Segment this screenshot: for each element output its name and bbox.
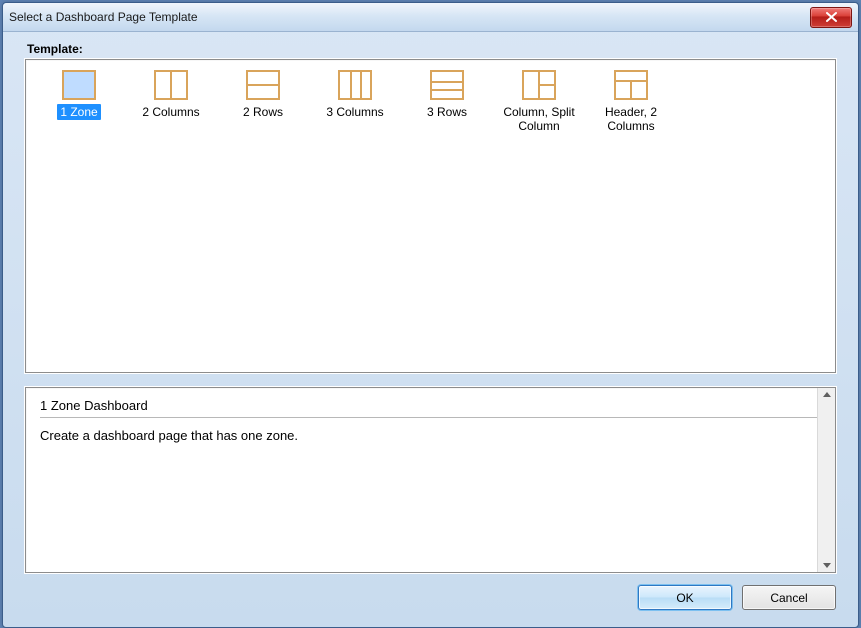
description-title: 1 Zone Dashboard bbox=[40, 398, 821, 413]
template-thumb-icon bbox=[246, 70, 280, 100]
template-item[interactable]: Column, Split Column bbox=[496, 68, 582, 136]
template-item-label: 2 Rows bbox=[240, 104, 286, 120]
scroll-up-icon bbox=[823, 392, 831, 397]
ok-button[interactable]: OK bbox=[638, 585, 732, 610]
template-item[interactable]: 3 Columns bbox=[312, 68, 398, 136]
template-item[interactable]: 2 Rows bbox=[220, 68, 306, 136]
template-item-label: 3 Rows bbox=[424, 104, 470, 120]
close-button[interactable] bbox=[810, 7, 852, 28]
description-text: Create a dashboard page that has one zon… bbox=[40, 428, 821, 443]
cancel-button[interactable]: Cancel bbox=[742, 585, 836, 610]
close-icon bbox=[826, 12, 837, 22]
template-thumb-icon bbox=[338, 70, 372, 100]
template-item-label: 1 Zone bbox=[57, 104, 100, 120]
template-thumb-icon bbox=[430, 70, 464, 100]
description-scrollbar[interactable] bbox=[817, 388, 835, 572]
client-area: Template: 1 Zone 2 Columns 2 Rows 3 Columns… bbox=[3, 32, 858, 627]
templates-panel[interactable]: 1 Zone 2 Columns 2 Rows 3 Columns 3 Rows Colu… bbox=[25, 59, 836, 373]
window-title: Select a Dashboard Page Template bbox=[9, 10, 198, 24]
template-thumb-icon bbox=[522, 70, 556, 100]
template-item-label: Column, Split Column bbox=[496, 104, 582, 134]
description-divider bbox=[40, 417, 821, 418]
template-group-label: Template: bbox=[27, 42, 836, 56]
template-thumb-icon bbox=[62, 70, 96, 100]
dialog-button-row: OK Cancel bbox=[25, 585, 836, 610]
dialog-window: Select a Dashboard Page Template Templat… bbox=[2, 2, 859, 628]
template-item[interactable]: 3 Rows bbox=[404, 68, 490, 136]
scroll-down-icon bbox=[823, 563, 831, 568]
template-item[interactable]: 2 Columns bbox=[128, 68, 214, 136]
template-item-label: 3 Columns bbox=[323, 104, 386, 120]
titlebar: Select a Dashboard Page Template bbox=[3, 3, 858, 32]
template-item-label: 2 Columns bbox=[139, 104, 202, 120]
template-item[interactable]: Header, 2 Columns bbox=[588, 68, 674, 136]
template-item-label: Header, 2 Columns bbox=[588, 104, 674, 134]
template-item[interactable]: 1 Zone bbox=[36, 68, 122, 136]
description-panel: 1 Zone Dashboard Create a dashboard page… bbox=[25, 387, 836, 573]
template-thumb-icon bbox=[614, 70, 648, 100]
template-thumb-icon bbox=[154, 70, 188, 100]
